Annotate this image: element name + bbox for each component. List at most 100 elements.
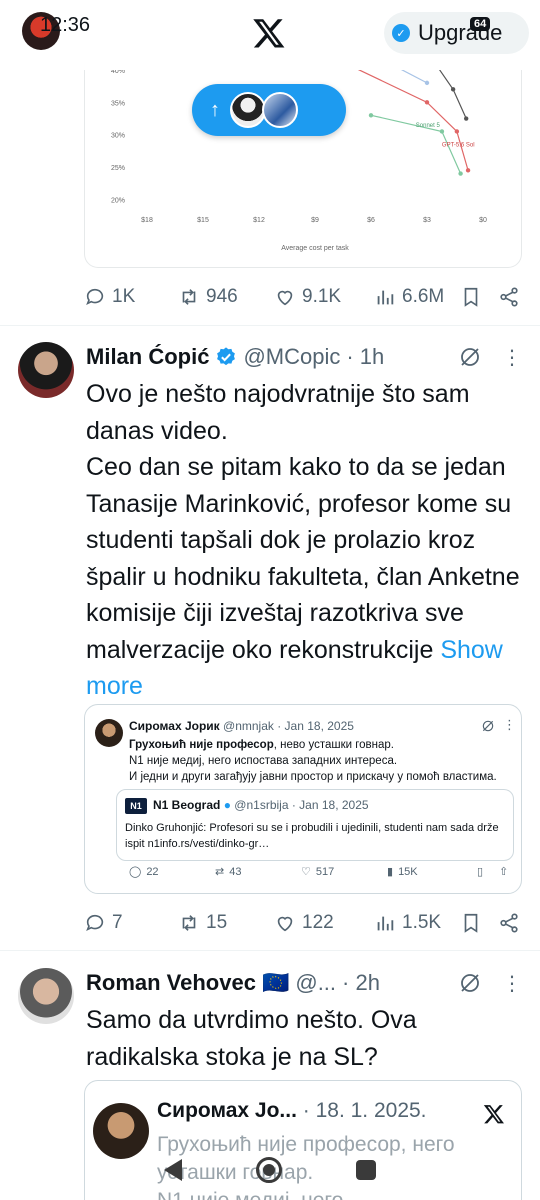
more-options-icon[interactable]: ⋮ (502, 971, 522, 996)
nested-handle: @n1srbija · Jan 18, 2025 (234, 798, 369, 812)
quote-text-bold: Грухоњић није професор (129, 739, 274, 751)
quote-text: Грухоњић није професор, нево усташки гов… (129, 737, 509, 785)
reply-button[interactable]: ◯ 22 (129, 865, 159, 879)
repost-count: 43 (229, 865, 242, 878)
avatar[interactable] (18, 342, 74, 398)
like-count: 9.1K (302, 286, 342, 307)
recent-apps-icon[interactable] (356, 1160, 376, 1180)
share-icon[interactable] (498, 286, 520, 308)
reply-count: 7 (112, 912, 123, 933)
quote-author: Сиромах Јорик (129, 719, 220, 733)
x-tick-label: $18 (141, 217, 153, 224)
views-icon: ▮ (387, 866, 394, 878)
like-button[interactable]: ♡ 517 (301, 865, 334, 879)
like-button[interactable]: 9.1K (274, 286, 341, 308)
data-point (424, 100, 430, 105)
tweet-actions: 1K 946 9.1K 6.6M (84, 282, 524, 312)
arrow-up-icon: ↑ (210, 98, 220, 121)
reply-icon (86, 288, 104, 306)
x-axis-label: Average cost per task (281, 245, 349, 252)
upgrade-button[interactable]: ✓ Upgrade (384, 12, 529, 54)
tweet-text: Samo da utvrdimo nešto. Ova radikalska s… (86, 1006, 417, 1071)
quote-header: Сиромах Јо... · 18. 1. 2025. (157, 1099, 427, 1123)
new-posts-button[interactable]: ↑ (192, 84, 346, 136)
like-button[interactable]: 122 (274, 912, 334, 934)
repost-button[interactable]: 946 (178, 286, 238, 308)
x-tick-label: $12 (253, 217, 265, 224)
author-handle[interactable]: @... (295, 970, 336, 996)
battery-indicator: 64 (470, 17, 491, 31)
back-icon[interactable] (164, 1159, 182, 1181)
chart-image-card[interactable]: 40% 35% 30% 25% 20% $18 $15 $12 $9 $6 $3 $0 Average … (84, 36, 522, 268)
reply-button[interactable]: 1K (84, 286, 135, 308)
data-point (439, 129, 445, 134)
share-icon[interactable]: ⇧ (499, 865, 508, 878)
share-icon[interactable] (498, 912, 520, 934)
views-button[interactable]: ▮ 15K (387, 865, 418, 879)
x-tick-label: $9 (311, 217, 319, 224)
more-options-icon[interactable]: ⋮ (503, 717, 516, 733)
repost-button[interactable]: ⇄ 43 (215, 865, 242, 879)
views-count: 6.6M (402, 286, 445, 307)
bookmark-icon[interactable]: ▯ (477, 865, 483, 878)
tweet-text: Ovo je nešto najodvratnije što sam danas… (86, 376, 522, 705)
heart-icon (277, 916, 293, 932)
views-count: 1.5K (402, 912, 442, 933)
data-point (450, 87, 456, 92)
reply-icon: ◯ (129, 866, 142, 878)
y-tick-label: 20% (111, 198, 125, 205)
avatar (262, 92, 298, 128)
verified-icon: ✓ (392, 24, 410, 42)
repost-button[interactable]: 15 (178, 912, 227, 934)
data-point (454, 129, 460, 134)
quote-author: Сиромах Јо... (157, 1099, 297, 1122)
x-tick-label: $6 (367, 217, 375, 224)
home-icon[interactable] (256, 1157, 282, 1183)
quote-time: · 18. 1. 2025. (302, 1099, 427, 1122)
more-options-icon[interactable]: ⋮ (502, 345, 522, 370)
divider (0, 325, 540, 326)
author-handle[interactable]: @MCopic (243, 344, 340, 370)
heart-icon (277, 290, 293, 306)
bookmark-icon[interactable] (460, 912, 482, 934)
y-tick-label: 25% (111, 165, 125, 172)
quote-handle: @nmnjak · Jan 18, 2025 (223, 719, 354, 733)
author-name[interactable]: Milan Ćopić (86, 344, 209, 370)
line-chart: 40%35%30%25%20%$18 $15 $12 $9 $6 $3 $0Average … (111, 41, 487, 252)
reply-count: 22 (146, 865, 159, 878)
tweet-menu: ⋮ (458, 968, 522, 998)
quote-text-rest: , нево усташки говнар. (273, 739, 395, 751)
grok-icon[interactable] (458, 971, 482, 995)
tweet-header: Roman Vehovec 🇪🇺 @... · 2h (86, 968, 380, 998)
verified-badge-icon (217, 347, 236, 366)
x-logo-icon[interactable] (252, 16, 286, 50)
avatar[interactable] (18, 968, 74, 1024)
views-count: 15K (398, 865, 418, 878)
repost-count: 15 (206, 912, 228, 933)
grok-icon[interactable] (481, 719, 495, 733)
nested-quote-text: Dinko Gruhonjić: Profesori su se i probu… (125, 822, 499, 850)
like-count: 122 (302, 912, 334, 933)
reply-button[interactable]: 7 (84, 912, 123, 934)
heart-icon: ♡ (301, 866, 311, 878)
avatar (230, 92, 266, 128)
system-nav-bar (0, 1140, 540, 1200)
tweet-header: Milan Ćopić @MCopic · 1h (86, 342, 384, 372)
nested-quote-header: N1 Beograd ● @n1srbija · Jan 18, 2025 (153, 798, 369, 812)
tweet-menu: ⋮ (458, 342, 522, 372)
reply-icon (86, 914, 104, 932)
series-line (352, 66, 469, 171)
reply-count: 1K (112, 286, 136, 307)
views-button[interactable]: 1.5K (374, 912, 441, 934)
data-point (368, 113, 374, 118)
x-tick-label: $0 (479, 217, 487, 224)
nested-author: N1 Beograd (153, 798, 221, 812)
quoted-tweet-card[interactable]: Сиромах Јорик @nmnjak · Jan 18, 2025 ⋮ Г… (84, 704, 522, 894)
quote-header: Сиромах Јорик @nmnjak · Jan 18, 2025 (129, 719, 354, 733)
nested-quote-card[interactable]: N1 N1 Beograd ● @n1srbija · Jan 18, 2025… (116, 789, 514, 861)
bookmark-icon[interactable] (460, 286, 482, 308)
author-name[interactable]: Roman Vehovec (86, 970, 256, 996)
grok-icon[interactable] (458, 345, 482, 369)
views-button[interactable]: 6.6M (374, 286, 444, 308)
post-time: · 2h (342, 970, 380, 995)
